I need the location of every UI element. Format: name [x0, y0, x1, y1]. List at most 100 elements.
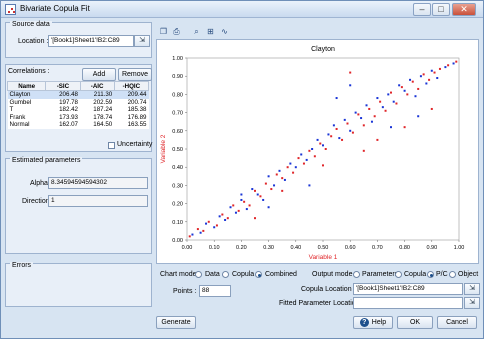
- cell-hqic: 200.74: [114, 98, 149, 106]
- alpha-field[interactable]: 8.34594594594302: [48, 177, 148, 189]
- y-tick-label: 0.30: [172, 183, 183, 189]
- cell-name: Clayton: [7, 90, 46, 99]
- scatter-point: [267, 175, 270, 178]
- help-button[interactable]: ? Help: [353, 316, 393, 329]
- header-name[interactable]: Name: [6, 81, 47, 91]
- scatter-point: [286, 166, 289, 169]
- cell-hqic: 163.55: [114, 121, 149, 129]
- table-row[interactable]: Frank 173.93 178.74 176.89: [7, 113, 149, 121]
- output-mode-pc-radio[interactable]: [427, 271, 434, 278]
- output-mode-pc-label: P/C: [436, 271, 448, 278]
- fitted-location-field[interactable]: [353, 297, 463, 309]
- cell-aic: 187.24: [80, 106, 115, 114]
- chart-mode-combined-radio[interactable]: [255, 271, 262, 278]
- copula-location-field[interactable]: '[Book1]Sheet1'!B2:C89: [353, 283, 463, 295]
- scatter-point: [403, 89, 406, 92]
- copula-location-picker-button[interactable]: ⇲: [464, 283, 480, 295]
- points-field[interactable]: 88: [199, 285, 231, 297]
- table-row[interactable]: T 182.42 187.24 185.38: [7, 106, 149, 114]
- fitted-location-picker-button[interactable]: ⇲: [464, 297, 480, 309]
- chart-mode-data-label: Data: [205, 271, 220, 278]
- scatter-point: [221, 213, 224, 216]
- print-icon[interactable]: ⎙: [171, 26, 182, 37]
- scatter-point: [349, 84, 352, 87]
- uncertainty-checkbox[interactable]: [108, 142, 115, 149]
- chart-icon[interactable]: ∿: [219, 26, 230, 37]
- chart-mode-data-radio[interactable]: [195, 271, 202, 278]
- scatter-point: [202, 229, 205, 232]
- cell-aic: 202.59: [80, 98, 115, 106]
- title-bar: Bivariate Copula Fit – □ ✕: [1, 1, 483, 18]
- scatter-point: [357, 113, 360, 116]
- scatter-point: [283, 178, 286, 181]
- scatter-point: [395, 102, 398, 105]
- table-row[interactable]: Clayton 206.48 211.30 209.44: [7, 90, 149, 99]
- cell-name: Gumbel: [7, 98, 46, 106]
- y-tick-label: 0.20: [172, 202, 183, 208]
- scatter-point: [245, 208, 248, 211]
- scatter-point: [270, 188, 273, 191]
- minimize-button[interactable]: –: [413, 3, 431, 16]
- scatter-point: [275, 173, 278, 176]
- scatter-point: [390, 126, 392, 129]
- maximize-button[interactable]: □: [432, 3, 450, 16]
- scatter-point: [398, 84, 401, 87]
- chart-mode-copula-radio[interactable]: [222, 271, 229, 278]
- cell-hqic: 176.89: [114, 113, 149, 121]
- scatter-point: [349, 129, 352, 132]
- scatter-point: [196, 228, 199, 231]
- table-header-row: Name -SIC -AIC -HQIC: [6, 81, 150, 91]
- scatter-point: [335, 97, 338, 100]
- copy-icon[interactable]: ❐: [158, 26, 169, 37]
- cell-sic: 162.07: [45, 121, 81, 129]
- table-row[interactable]: Normal 162.07 164.50 163.55: [7, 121, 149, 129]
- close-button[interactable]: ✕: [452, 3, 476, 16]
- scatter-point: [300, 153, 303, 156]
- remove-button[interactable]: Remove: [118, 68, 152, 81]
- scatter-point: [205, 222, 208, 225]
- scatter-point: [188, 235, 191, 238]
- scatter-point: [240, 193, 243, 196]
- generate-button[interactable]: Generate: [156, 316, 196, 329]
- scatter-point: [444, 66, 447, 69]
- table-row[interactable]: Gumbel 197.78 202.59 200.74: [7, 98, 149, 106]
- y-tick-label: 0.00: [172, 238, 183, 244]
- cell-name: Frank: [7, 113, 46, 121]
- estimated-parameters-label: Estimated parameters: [10, 157, 83, 164]
- export-icon[interactable]: ⊞: [205, 26, 216, 37]
- scatter-point: [305, 158, 308, 161]
- fitted-location-label: Fitted Parameter Location :: [279, 300, 364, 307]
- header-sic[interactable]: -SIC: [45, 81, 81, 91]
- header-aic[interactable]: -AIC: [79, 81, 115, 91]
- scatter-point: [262, 198, 265, 201]
- cell-name: T: [7, 106, 46, 114]
- scatter-point: [436, 77, 439, 80]
- header-hqic[interactable]: -HQIC: [113, 81, 150, 91]
- cell-aic: 178.74: [80, 113, 115, 121]
- location-picker-button[interactable]: ⇲: [134, 35, 150, 47]
- scatter-point: [327, 133, 330, 136]
- scatter-point: [294, 166, 297, 169]
- scatter-point: [297, 157, 300, 160]
- direction-field[interactable]: 1: [48, 195, 148, 207]
- add-button[interactable]: Add: [82, 68, 116, 81]
- output-mode-parameters-radio[interactable]: [353, 271, 360, 278]
- scatter-point: [226, 217, 229, 220]
- chart-title: Clayton: [311, 46, 335, 53]
- output-mode-object-radio[interactable]: [449, 271, 456, 278]
- ok-button[interactable]: OK: [397, 316, 433, 329]
- scatter-point: [256, 193, 259, 196]
- output-mode-label: Output mode :: [312, 271, 357, 278]
- close-icon: ✕: [460, 4, 468, 14]
- location-field[interactable]: '[Book1]Sheet1'!B2:C89: [48, 35, 134, 47]
- direction-label: Direction: [22, 198, 50, 205]
- zoom-icon[interactable]: ⌕: [191, 26, 202, 37]
- scatter-point: [199, 231, 202, 234]
- output-mode-copula-radio[interactable]: [395, 271, 402, 278]
- cancel-button[interactable]: Cancel: [437, 316, 477, 329]
- x-tick-label: 0.90: [426, 245, 437, 251]
- errors-label: Errors: [10, 262, 34, 269]
- correlations-label: Correlations :: [8, 68, 50, 75]
- scatter-point: [302, 162, 305, 165]
- cell-hqic: 185.38: [114, 106, 149, 114]
